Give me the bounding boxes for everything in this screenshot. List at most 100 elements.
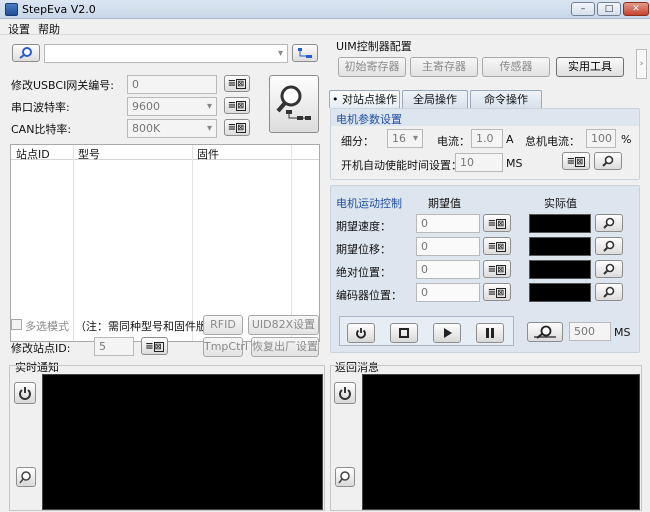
autoenable-unit: MS — [506, 157, 523, 170]
motion-row-expected-input[interactable]: 0 — [416, 283, 480, 302]
autoenable-input[interactable]: 10 — [455, 153, 503, 172]
network-button[interactable] — [292, 44, 318, 62]
motion-row-read-button[interactable] — [595, 214, 623, 232]
refresh-interval-unit: MS — [614, 326, 631, 339]
apply-icon: ≡ ⊠ — [228, 78, 247, 89]
expected-header: 期望值 — [428, 197, 461, 210]
idle-current-input[interactable]: 100 — [586, 129, 616, 148]
current-label: 电流： — [437, 135, 470, 148]
restore-factory-button[interactable]: 恢复出厂设置 — [251, 337, 319, 357]
notify-power-button[interactable] — [14, 382, 36, 404]
usb-gateway-label: 修改USBCI网关编号: — [11, 79, 115, 92]
magnifier-icon — [603, 286, 615, 298]
header-station-id: 站点ID — [16, 148, 50, 161]
scan-stations-button[interactable] — [269, 75, 319, 133]
station-table[interactable]: 站点ID 型号 固件 — [10, 144, 320, 342]
motion-row-apply-button[interactable]: ≡ ⊠ — [483, 237, 511, 255]
motion-row-actual-display — [529, 237, 591, 256]
title-bar: StepEva V2.0 – □ ✕ — [0, 0, 650, 19]
column-divider — [73, 145, 74, 341]
motion-row-label: 编码器位置： — [336, 289, 402, 302]
motion-row-expected-input[interactable]: 0 — [416, 214, 480, 233]
column-divider — [192, 145, 193, 341]
motion-row-read-button[interactable] — [595, 260, 623, 278]
maximize-button[interactable]: □ — [597, 2, 621, 16]
motion-row-apply-button[interactable]: ≡ ⊠ — [483, 283, 511, 301]
stop-icon — [399, 328, 409, 338]
power-cycle-button[interactable] — [347, 323, 375, 343]
expand-chevron-icon[interactable]: › — [636, 49, 647, 79]
auto-refresh-button[interactable] — [527, 322, 563, 342]
autoenable-label: 开机自动使能时间设置： — [341, 159, 462, 172]
usb-gateway-input[interactable]: 0 — [127, 75, 217, 94]
motion-row-read-button[interactable] — [595, 283, 623, 301]
actual-header: 实际值 — [544, 197, 577, 210]
rfid-button[interactable]: RFID — [203, 315, 243, 335]
baud-rate-label: 串口波特率: — [11, 101, 70, 114]
station-id-input[interactable]: 5 — [94, 337, 134, 356]
table-header: 站点ID 型号 固件 — [11, 145, 319, 161]
motor-params-apply-button[interactable]: ≡ ⊠ — [562, 152, 590, 170]
apply-icon: ≡ ⊠ — [488, 264, 507, 275]
notify-pin-button[interactable] — [16, 467, 36, 487]
motion-row-label: 绝对位置： — [336, 266, 391, 279]
modify-station-label: 修改站点ID: — [11, 342, 71, 355]
return-pin-button[interactable] — [335, 467, 355, 487]
pause-button[interactable] — [476, 323, 504, 343]
tab-command-ops[interactable]: 命令操作 — [470, 90, 542, 108]
close-button[interactable]: ✕ — [623, 2, 649, 16]
apply-icon: ≡ ⊠ — [488, 241, 507, 252]
motion-row-label: 期望位移： — [336, 243, 391, 256]
power-icon — [19, 387, 31, 400]
motion-row-actual-display — [529, 260, 591, 279]
return-message-console[interactable] — [362, 374, 640, 510]
current-unit: A — [506, 133, 514, 146]
baud-rate-select[interactable]: 9600 — [127, 97, 217, 116]
device-select[interactable] — [44, 44, 288, 63]
play-button[interactable] — [433, 323, 461, 343]
search-button[interactable] — [12, 44, 40, 62]
motion-row-actual-display — [529, 214, 591, 233]
sensor-button[interactable]: 传感器 — [482, 57, 550, 77]
stop-button[interactable] — [390, 323, 418, 343]
main-register-button[interactable]: 主寄存器 — [410, 57, 478, 77]
motion-row-expected-input[interactable]: 0 — [416, 260, 480, 279]
power-icon — [339, 387, 351, 400]
refresh-interval-input[interactable]: 500 — [569, 322, 611, 341]
tmpctrl-button[interactable]: TmpCtrl — [203, 337, 248, 357]
tools-button[interactable]: 实用工具 — [556, 57, 624, 77]
multi-select-checkbox[interactable] — [11, 319, 22, 330]
minimize-button[interactable]: – — [571, 2, 595, 16]
pin-icon — [338, 471, 350, 484]
idle-current-label: 怠机电流： — [525, 135, 580, 148]
tab-station-ops[interactable]: • 对站点操作 — [329, 90, 400, 108]
client-area: 修改USBCI网关编号: 0 ≡⊠ 串口波特率: 9600 ≡⊠ CAN比特率:… — [0, 35, 650, 512]
motion-row-label: 期望速度： — [336, 220, 391, 233]
play-icon — [444, 328, 452, 338]
motion-row-read-button[interactable] — [595, 237, 623, 255]
can-bitrate-label: CAN比特率: — [11, 123, 72, 136]
uim-config-title: UIM控制器配置 — [336, 40, 412, 53]
can-bitrate-select[interactable]: 800K — [127, 119, 217, 138]
motion-row-expected-input[interactable]: 0 — [416, 237, 480, 256]
return-power-button[interactable] — [334, 382, 356, 404]
station-id-apply-button[interactable]: ≡ ⊠ — [141, 337, 168, 355]
current-input[interactable]: 1.0 — [471, 129, 503, 148]
realtime-notify-console[interactable] — [42, 374, 323, 510]
apply-icon: ≡ ⊠ — [567, 156, 586, 167]
motor-params-title: 电机参数设置 — [336, 113, 402, 126]
init-register-button[interactable]: 初始寄存器 — [338, 57, 406, 77]
usb-gateway-apply-button[interactable]: ≡ ⊠ — [224, 75, 250, 92]
motion-row-apply-button[interactable]: ≡ ⊠ — [483, 260, 511, 278]
motion-row-apply-button[interactable]: ≡ ⊠ — [483, 214, 511, 232]
microstep-select[interactable]: 16 — [387, 129, 423, 148]
tab-global-ops[interactable]: 全局操作 — [402, 90, 468, 108]
magnifier-icon — [603, 240, 615, 252]
motor-params-read-button[interactable] — [594, 152, 622, 170]
window-title: StepEva V2.0 — [22, 3, 96, 16]
pin-icon — [19, 471, 31, 484]
uid82x-settings-button[interactable]: UID82X设置 — [248, 315, 319, 335]
baud-rate-apply-button[interactable]: ≡ ⊠ — [224, 97, 250, 114]
idle-current-unit: % — [621, 133, 632, 146]
can-bitrate-apply-button[interactable]: ≡ ⊠ — [224, 119, 250, 136]
